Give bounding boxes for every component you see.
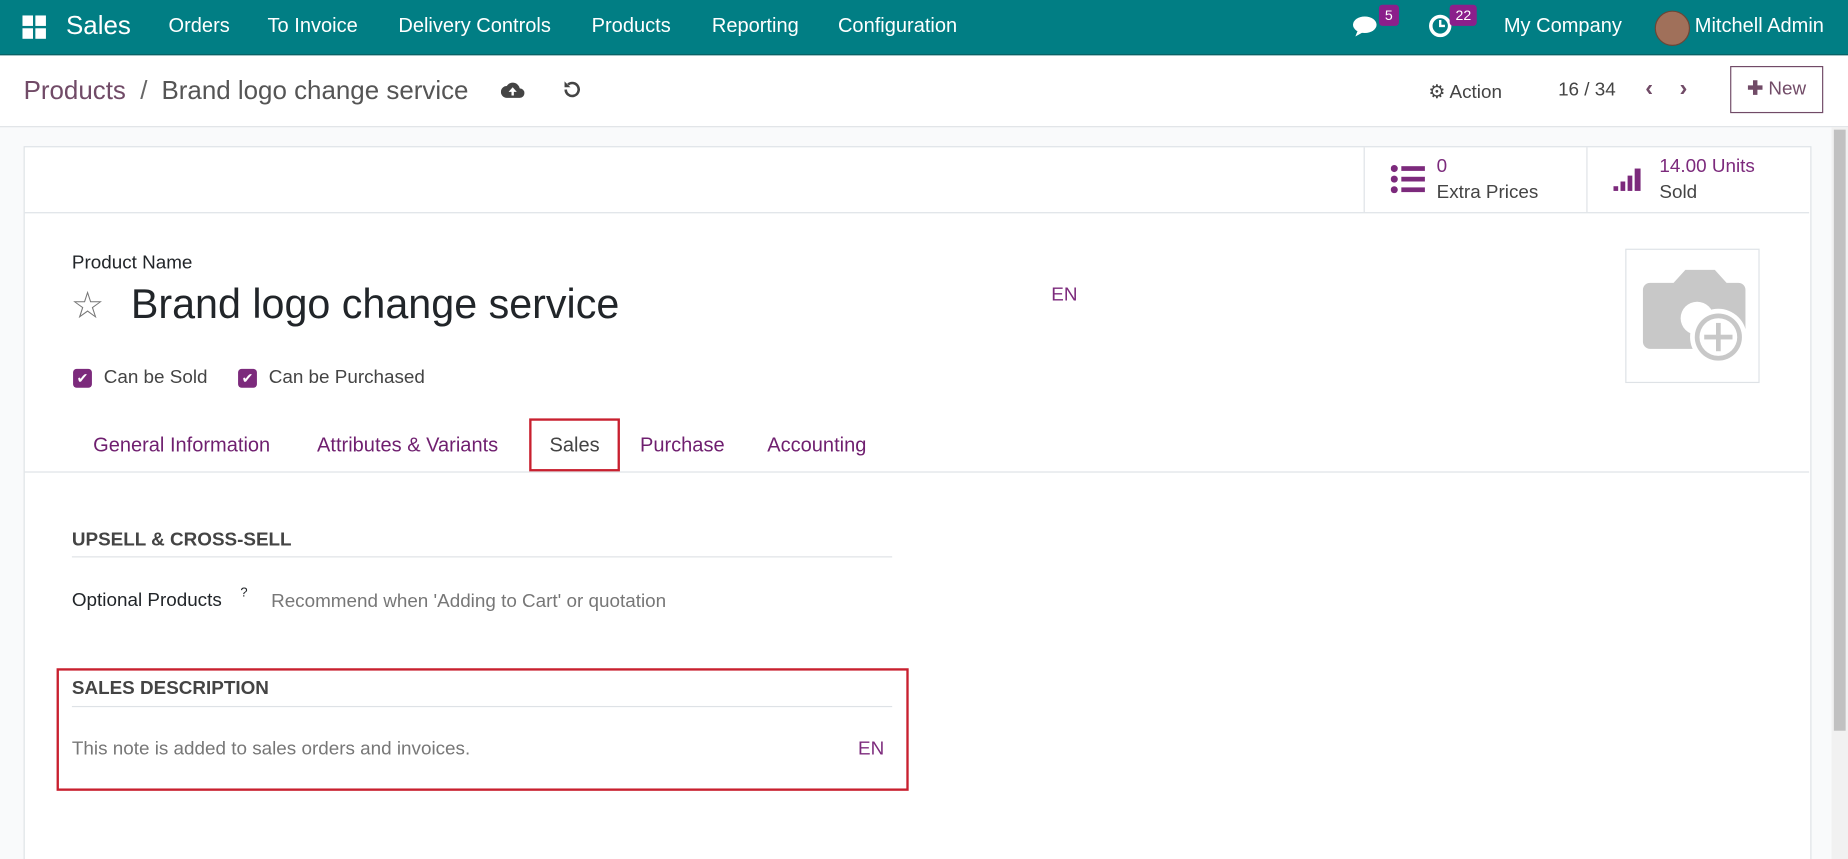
pager-value[interactable]: 16 / 34 (1558, 80, 1616, 101)
product-name-label: Product Name (71, 253, 193, 274)
top-navbar: Sales Orders To Invoice Delivery Control… (0, 0, 1848, 56)
optional-products-label: Optional Products (71, 590, 222, 611)
help-tooltip-icon[interactable]: ? (240, 586, 247, 600)
can-be-sold-label: Can be Sold (103, 367, 208, 388)
discard-icon[interactable] (561, 79, 582, 106)
product-image-upload[interactable] (1625, 248, 1760, 384)
can-be-purchased-label: Can be Purchased (268, 367, 425, 388)
tab-sales[interactable]: Sales (529, 418, 620, 472)
product-name-input[interactable]: Brand logo change service (131, 282, 619, 329)
action-label: Action (1449, 82, 1502, 103)
clock-icon (1429, 14, 1452, 38)
menu-reporting[interactable]: Reporting (712, 14, 799, 38)
extra-prices-value: 0 (1436, 156, 1448, 177)
sales-description-input[interactable]: This note is added to sales orders and i… (72, 739, 826, 760)
save-cloud-icon[interactable] (500, 80, 525, 105)
apps-menu-icon[interactable] (22, 15, 46, 44)
sales-description-header: SALES DESCRIPTION (71, 678, 269, 699)
control-panel: Products / Brand logo change service ⚙ A… (0, 55, 1848, 128)
messages-button[interactable]: 5 (1352, 4, 1399, 43)
company-switcher[interactable]: My Company (1504, 14, 1622, 38)
messages-badge: 5 (1378, 4, 1399, 26)
user-menu[interactable]: Mitchell Admin (1695, 14, 1824, 38)
menu-delivery-controls[interactable]: Delivery Controls (398, 14, 551, 38)
units-sold-smart-button[interactable]: 14.00 Units Sold (1588, 147, 1810, 212)
upsell-section-header: UPSELL & CROSS-SELL (71, 530, 292, 551)
name-language-button[interactable]: EN (1051, 285, 1077, 306)
extra-prices-label: Extra Prices (1436, 182, 1539, 203)
pager-previous-icon[interactable]: ‹ (1645, 75, 1653, 102)
scrollbar-thumb[interactable] (1833, 129, 1846, 731)
menu-to-invoice[interactable]: To Invoice (268, 14, 358, 38)
new-button[interactable]: ✚ New (1730, 65, 1824, 114)
units-sold-value: 14.00 Units (1659, 156, 1755, 177)
activities-button[interactable]: 22 (1428, 4, 1478, 43)
extra-prices-smart-button[interactable]: 0 Extra Prices (1365, 147, 1587, 212)
tab-accounting[interactable]: Accounting (767, 434, 866, 458)
breadcrumb-current: Brand logo change service (161, 75, 469, 105)
app-name[interactable]: Sales (66, 11, 131, 42)
breadcrumb-products[interactable]: Products (24, 75, 126, 106)
favorite-star-icon[interactable]: ☆ (71, 283, 105, 328)
camera-plus-icon (1642, 269, 1747, 366)
chat-icon (1352, 16, 1377, 37)
menu-products[interactable]: Products (592, 14, 671, 38)
list-icon (1390, 164, 1425, 194)
can-be-sold-checkbox[interactable]: ✔ (73, 368, 92, 388)
optional-products-input[interactable]: Recommend when 'Adding to Cart' or quota… (271, 592, 884, 613)
signal-bars-icon (1613, 168, 1641, 191)
units-sold-label: Sold (1659, 182, 1698, 203)
avatar[interactable] (1654, 10, 1691, 46)
can-be-purchased-checkbox[interactable]: ✔ (238, 368, 257, 388)
activities-badge: 22 (1449, 4, 1478, 26)
action-menu-button[interactable]: ⚙ Action (1428, 80, 1502, 104)
menu-orders[interactable]: Orders (169, 14, 230, 38)
new-label: New (1768, 78, 1807, 99)
pager-next-icon[interactable]: › (1679, 75, 1687, 102)
plus-icon: ✚ (1747, 78, 1764, 99)
tab-attributes-variants[interactable]: Attributes & Variants (317, 434, 498, 458)
breadcrumb-separator: / (140, 75, 148, 105)
gear-icon: ⚙ (1428, 82, 1446, 103)
sales-description-language-button[interactable]: EN (858, 739, 884, 760)
menu-configuration[interactable]: Configuration (838, 14, 957, 38)
tab-general-information[interactable]: General Information (93, 434, 270, 458)
tab-purchase[interactable]: Purchase (640, 434, 725, 458)
